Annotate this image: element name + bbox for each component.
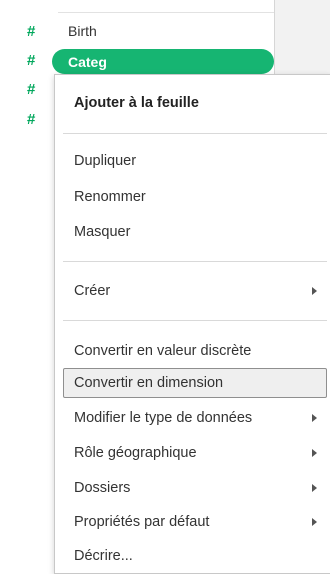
submenu-arrow-icon — [312, 287, 317, 295]
menu-item-label: Ajouter à la feuille — [74, 95, 199, 111]
menu-item-geographic-role[interactable]: Rôle géographique — [63, 438, 327, 468]
menu-item-change-data-type[interactable]: Modifier le type de données — [63, 403, 327, 433]
menu-item-label: Décrire... — [74, 548, 133, 564]
menu-item-label: Masquer — [74, 224, 131, 240]
menu-item-label: Propriétés par défaut — [74, 514, 210, 530]
menu-item-label: Rôle géographique — [74, 445, 197, 461]
menu-item-label: Modifier le type de données — [74, 410, 253, 426]
menu-item-label: Dupliquer — [74, 153, 137, 169]
menu-item-convert-to-dimension[interactable]: Convertir en dimension — [63, 368, 327, 398]
menu-item-label: Convertir en dimension — [74, 375, 224, 391]
submenu-arrow-icon — [312, 414, 317, 422]
menu-item-label: Créer — [74, 283, 111, 299]
field-context-menu: Ajouter à la feuille Dupliquer Renommer … — [54, 74, 330, 574]
submenu-arrow-icon — [312, 518, 317, 526]
menu-divider — [63, 320, 327, 321]
menu-divider — [63, 261, 327, 262]
menu-divider — [63, 133, 327, 134]
menu-item-describe[interactable]: Décrire... — [63, 541, 327, 571]
menu-item-create[interactable]: Créer — [63, 276, 327, 306]
measure-hash-icon: # — [27, 23, 36, 40]
field-item-categ-selected[interactable]: Categ — [52, 49, 274, 74]
field-item-birth[interactable]: Birth — [58, 19, 97, 43]
menu-item-duplicate[interactable]: Dupliquer — [63, 146, 327, 176]
menu-item-rename[interactable]: Renommer — [63, 182, 327, 212]
field-list-divider — [58, 12, 274, 13]
menu-item-folders[interactable]: Dossiers — [63, 473, 327, 503]
submenu-arrow-icon — [312, 484, 317, 492]
menu-item-convert-to-discrete[interactable]: Convertir en valeur discrète — [63, 336, 327, 366]
menu-item-label: Dossiers — [74, 480, 131, 496]
measure-hash-icon: # — [27, 52, 36, 69]
menu-item-label: Convertir en valeur discrète — [74, 343, 252, 359]
field-label: Birth — [68, 23, 97, 39]
menu-item-add-to-sheet[interactable]: Ajouter à la feuille — [63, 88, 327, 118]
menu-item-hide[interactable]: Masquer — [63, 217, 327, 247]
menu-item-default-properties[interactable]: Propriétés par défaut — [63, 507, 327, 537]
field-label: Categ — [68, 53, 107, 70]
measure-hash-icon: # — [27, 111, 36, 128]
measure-hash-icon: # — [27, 81, 36, 98]
menu-item-label: Renommer — [74, 189, 146, 205]
submenu-arrow-icon — [312, 449, 317, 457]
